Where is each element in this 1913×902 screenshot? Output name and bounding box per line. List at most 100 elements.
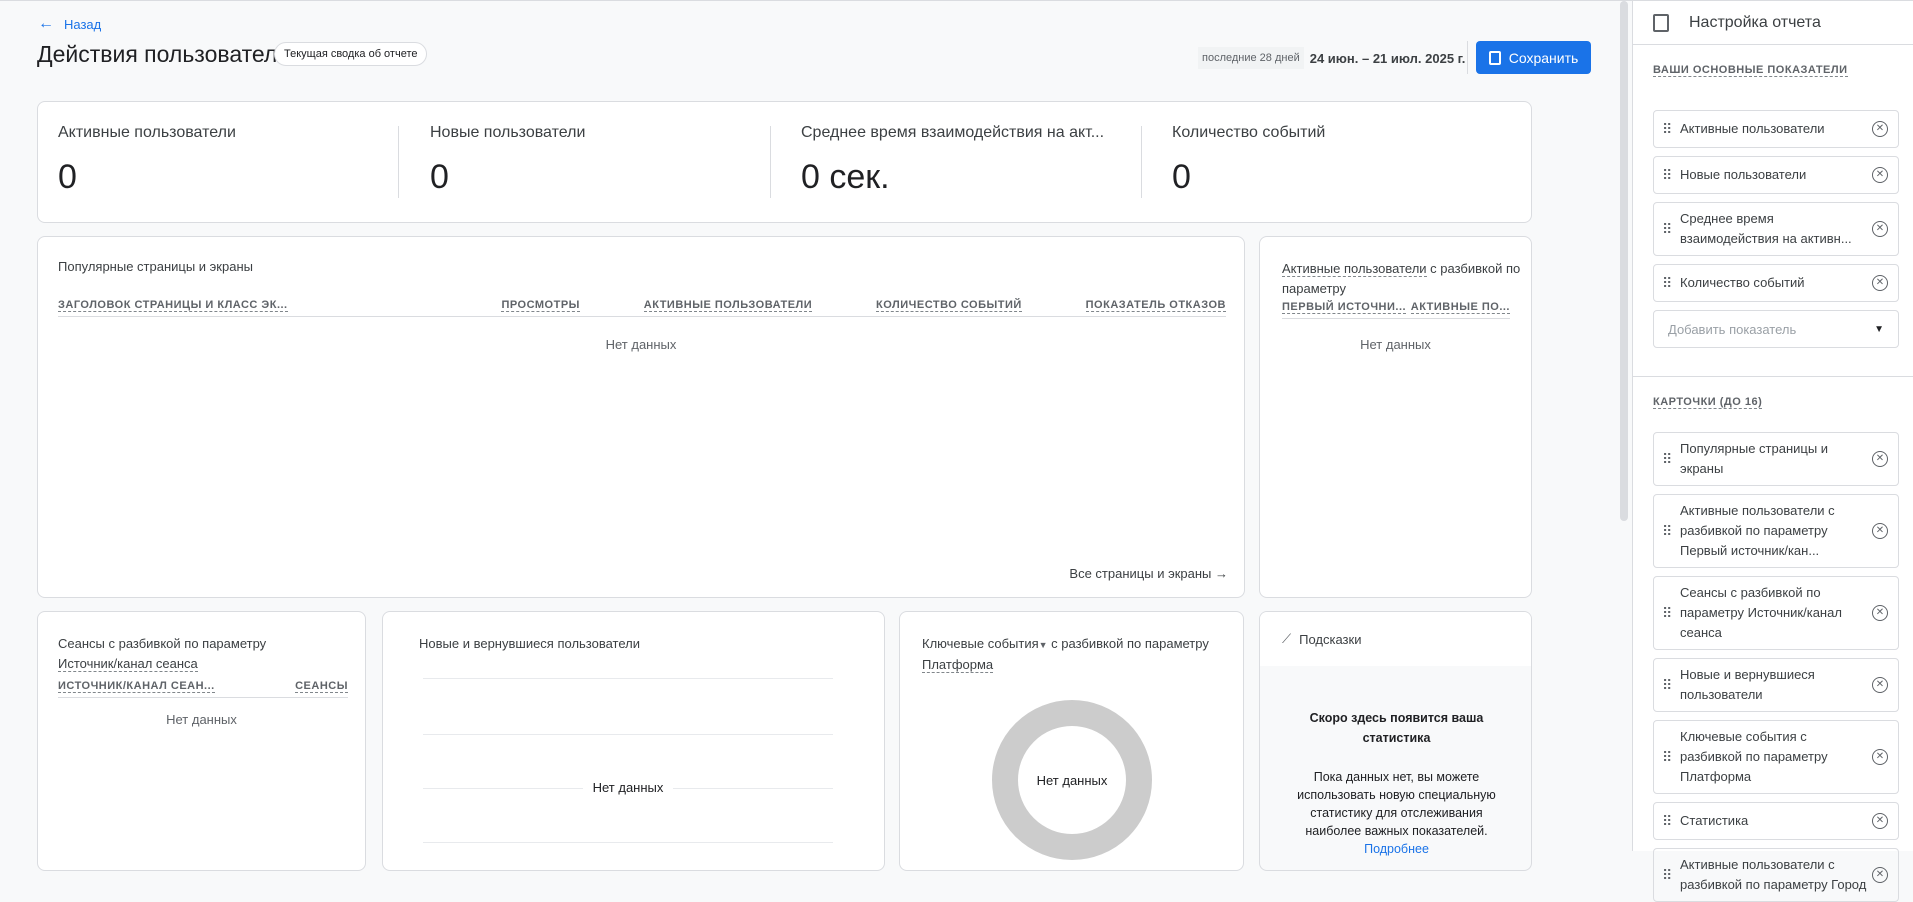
gridline — [423, 734, 833, 735]
column-header[interactable]: ПЕРВЫЙ ИСТОЧНИ... — [1282, 301, 1407, 314]
remove-icon[interactable]: ✕ — [1872, 167, 1888, 183]
link-label: Все страницы и экраны — [1069, 566, 1212, 581]
card-title: Популярные страницы и экраны — [58, 259, 253, 274]
column-header[interactable]: ПРОСМОТРЫ — [501, 299, 580, 312]
panel-title: Настройка отчета — [1689, 13, 1821, 31]
gridline — [423, 678, 833, 679]
column-header[interactable]: АКТИВНЫЕ ПОЛЬЗОВАТЕЛИ — [643, 299, 813, 312]
donut-chart: Нет данных — [992, 700, 1152, 860]
kpi-active-users[interactable]: Активные пользователи 0 — [38, 102, 410, 222]
kpi-label: Среднее время взаимодействия на акт... — [801, 124, 1105, 141]
date-range-picker[interactable]: последние 28 дней 24 июн. – 21 июл. 2025… — [1198, 47, 1465, 69]
save-button[interactable]: Сохранить — [1476, 41, 1591, 74]
dropdown-icon: ▼ — [1874, 323, 1884, 335]
metric-selector[interactable]: Активные пользователи — [1282, 261, 1427, 277]
divider — [398, 126, 399, 198]
no-data: Нет данных — [1360, 337, 1431, 352]
kpi-label: Активные пользователи — [58, 124, 236, 141]
remove-icon[interactable]: ✕ — [1872, 523, 1888, 539]
learn-more-link[interactable]: Подробнее — [1364, 842, 1429, 856]
key-events-card: Ключевые события▼ с разбивкой по парамет… — [899, 611, 1244, 871]
insights-body: Пока данных нет, вы можете использовать … — [1297, 770, 1496, 838]
insights-card: ⟋ Подсказки Скоро здесь появится ваша ста… — [1259, 611, 1532, 871]
panel-item[interactable]: ⠿ Сеансы с разбивкой по параметру Источни… — [1653, 576, 1899, 650]
panel-item[interactable]: ⠿ Активные пользователи ✕ — [1653, 110, 1899, 148]
remove-icon[interactable]: ✕ — [1872, 867, 1888, 883]
divider — [1141, 126, 1142, 198]
kpi-value: 0 — [1172, 158, 1191, 196]
panel-item[interactable]: ⠿ Ключевые события с разбивкой по парамет… — [1653, 720, 1899, 794]
kpi-engagement-time[interactable]: Среднее время взаимодействия на акт... 0 … — [781, 102, 1153, 222]
panel-item[interactable]: ⠿ Среднее время взаимодействия на активн.… — [1653, 202, 1899, 256]
column-header[interactable]: АКТИВНЫЕ ПО... — [1410, 301, 1510, 314]
item-label: Активные пользователи — [1680, 121, 1825, 136]
card-title: Сеансы с разбивкой по параметру — [58, 636, 267, 651]
kpi-event-count[interactable]: Количество событий 0 — [1152, 102, 1524, 222]
scrollbar[interactable] — [1620, 1, 1628, 521]
remove-icon[interactable]: ✕ — [1872, 677, 1888, 693]
remove-icon[interactable]: ✕ — [1872, 275, 1888, 291]
kpi-card: Активные пользователи 0 Новые пользовател… — [37, 101, 1532, 223]
panel-item[interactable]: ⠿ Статистика ✕ — [1653, 802, 1899, 840]
page-title: Действия пользователей — [37, 41, 303, 67]
dimension-selector[interactable]: Источник/канал сеанса — [58, 656, 198, 672]
column-header[interactable]: ИСТОЧНИК/КАНАЛ СЕАН... — [58, 680, 215, 693]
drag-handle-icon[interactable]: ⠿ — [1662, 219, 1680, 239]
arrow-left-icon: ← — [38, 15, 54, 32]
kpi-label: Новые пользователи — [430, 124, 586, 141]
dropdown-icon[interactable]: ▼ — [1039, 640, 1048, 650]
panel-item[interactable]: ⠿ Новые и вернувшиеся пользователи ✕ — [1653, 658, 1899, 712]
item-label: Статистика — [1680, 813, 1749, 828]
kpi-label: Количество событий — [1172, 124, 1326, 141]
remove-icon[interactable]: ✕ — [1872, 121, 1888, 137]
drag-handle-icon[interactable]: ⠿ — [1662, 273, 1680, 293]
item-label: Сеансы с разбивкой по параметру Источник… — [1680, 585, 1842, 640]
drag-handle-icon[interactable]: ⠿ — [1662, 165, 1680, 185]
item-label: Популярные страницы и экраны — [1680, 441, 1829, 476]
panel-item[interactable]: ⠿ Активные пользователи с разбивкой по па… — [1653, 494, 1899, 568]
save-label: Сохранить — [1508, 49, 1579, 66]
drag-handle-icon[interactable]: ⠿ — [1662, 811, 1680, 831]
first-source-card: Активные пользователи с разбивкой по пар… — [1259, 236, 1532, 598]
remove-icon[interactable]: ✕ — [1872, 451, 1888, 467]
metric-selector[interactable]: Ключевые события — [922, 636, 1039, 651]
date-preset: последние 28 дней — [1198, 47, 1304, 69]
kpi-value: 0 сек. — [801, 158, 890, 196]
item-label: Новые и вернувшиеся пользователи — [1680, 667, 1815, 702]
add-metric-dropdown[interactable]: Добавить показатель ▼ — [1653, 310, 1899, 348]
report-summary-chip[interactable]: Текущая сводка об отчете — [274, 42, 428, 66]
kpi-new-users[interactable]: Новые пользователи 0 — [410, 102, 782, 222]
column-header[interactable]: ПОКАЗАТЕЛЬ ОТКАЗОВ — [1085, 299, 1226, 312]
panel-item[interactable]: ⠿ Количество событий ✕ — [1653, 264, 1899, 302]
panel-item[interactable]: ⠿ Популярные страницы и экраны ✕ — [1653, 432, 1899, 486]
item-label: Ключевые события с разбивкой по параметр… — [1680, 729, 1828, 784]
sessions-card: Сеансы с разбивкой по параметру Источник/… — [37, 611, 366, 871]
all-pages-link[interactable]: Все страницы и экраны → — [1069, 566, 1228, 581]
remove-icon[interactable]: ✕ — [1872, 749, 1888, 765]
drag-handle-icon[interactable]: ⠿ — [1662, 449, 1680, 469]
drag-handle-icon[interactable]: ⠿ — [1662, 603, 1680, 623]
pages-screens-card: Популярные страницы и экраны ЗАГОЛОВОК С… — [37, 236, 1245, 598]
panel-item[interactable]: ⠿ Активные пользователи с разбивкой по па… — [1653, 848, 1899, 902]
column-header[interactable]: КОЛИЧЕСТВО СОБЫТИЙ — [876, 299, 1022, 312]
drag-handle-icon[interactable]: ⠿ — [1662, 119, 1680, 139]
remove-icon[interactable]: ✕ — [1872, 221, 1888, 237]
remove-icon[interactable]: ✕ — [1872, 605, 1888, 621]
back-link[interactable]: ← Назад — [38, 15, 101, 33]
drag-handle-icon[interactable]: ⠿ — [1662, 521, 1680, 541]
dimension-selector[interactable]: Платформа — [922, 657, 994, 673]
drag-handle-icon[interactable]: ⠿ — [1662, 747, 1680, 767]
card-title: с разбивкой по параметру — [1047, 636, 1209, 651]
item-label: Новые пользователи — [1680, 167, 1807, 182]
arrow-right-icon: → — [1215, 566, 1228, 581]
drag-handle-icon[interactable]: ⠿ — [1662, 865, 1680, 885]
insights-heading: Скоро здесь появится ваша статистика — [1309, 711, 1484, 745]
column-header[interactable]: ЗАГОЛОВОК СТРАНИЦЫ И КЛАСС ЭК... — [58, 299, 288, 312]
drag-handle-icon[interactable]: ⠿ — [1662, 675, 1680, 695]
column-header[interactable]: СЕАНСЫ — [295, 680, 348, 693]
remove-icon[interactable]: ✕ — [1872, 813, 1888, 829]
panel-item[interactable]: ⠿ Новые пользователи ✕ — [1653, 156, 1899, 194]
item-label: Среднее время взаимодействия на активн..… — [1680, 211, 1852, 246]
section-label: КАРТОЧКИ (ДО 16) — [1653, 396, 1763, 409]
save-icon — [1488, 50, 1501, 65]
